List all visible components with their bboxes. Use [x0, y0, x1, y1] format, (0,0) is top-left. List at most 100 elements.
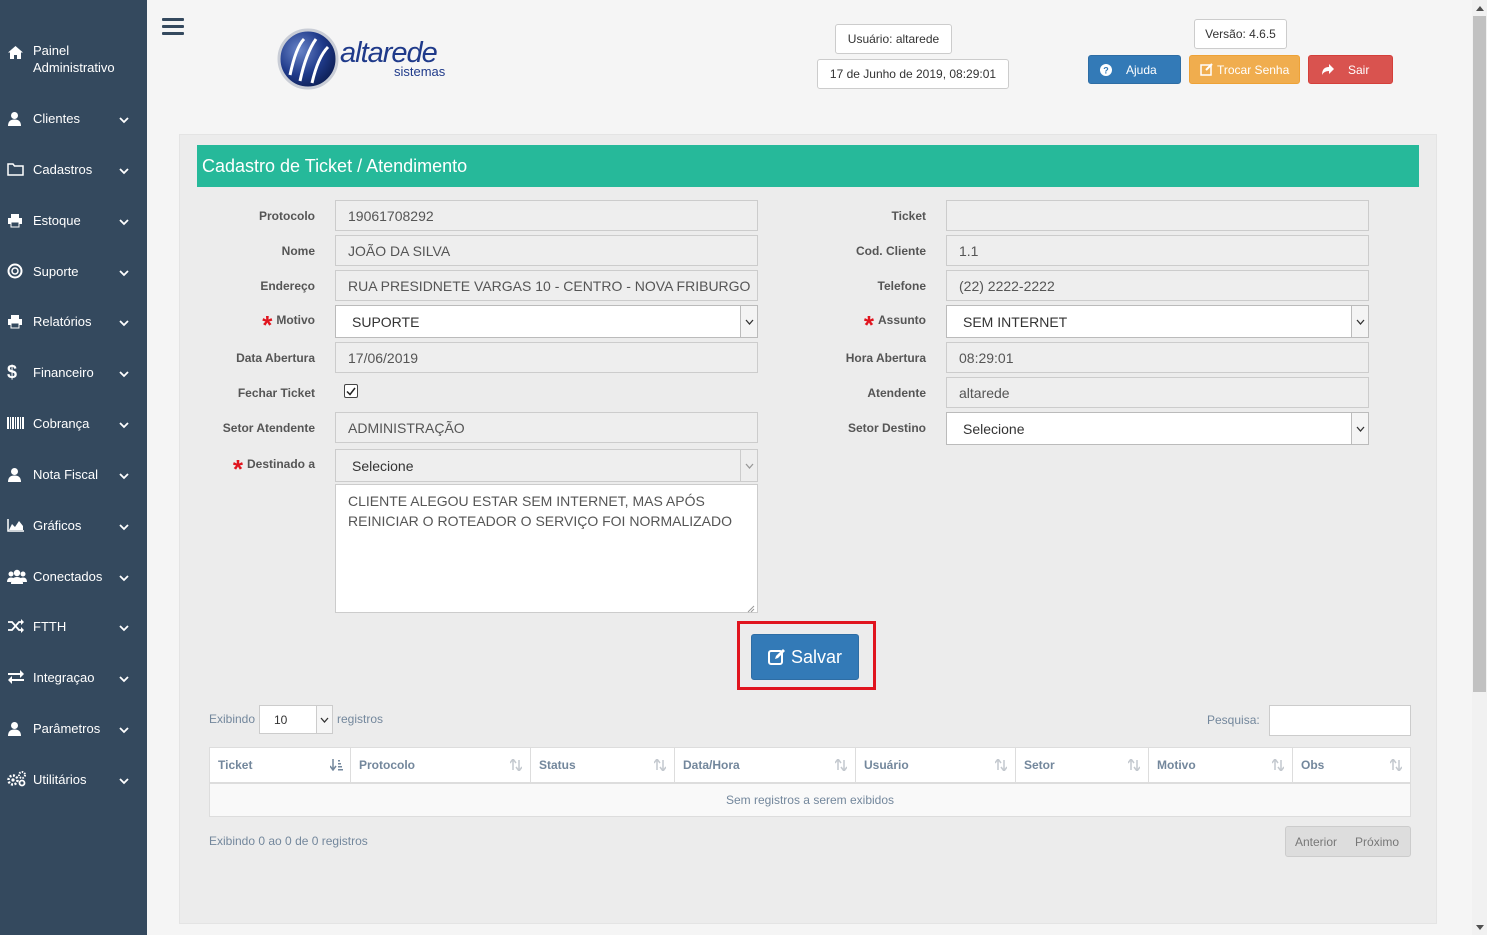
protocolo-field[interactable]: 19061708292: [335, 200, 758, 231]
sidebar-item-label: FTTH: [33, 618, 67, 634]
endereco-field[interactable]: RUA PRESIDNETE VARGAS 10 - CENTRO - NOVA…: [335, 270, 758, 301]
sidebar-item-label: Conectados: [33, 568, 103, 584]
chevron-down-icon: [316, 706, 332, 733]
chevron-down-icon: [1351, 306, 1368, 337]
sidebar-item-nota-fiscal[interactable]: Nota Fiscal: [0, 457, 147, 491]
company-logo: altarede sistemas: [276, 27, 466, 91]
assunto-select[interactable]: SEM INTERNET: [946, 305, 1369, 338]
column-header-data-hora[interactable]: Data/Hora: [674, 747, 856, 784]
nome-label: Nome: [281, 244, 315, 258]
sidebar-item-estoque[interactable]: Estoque: [0, 203, 147, 237]
panel-title: Cadastro de Ticket / Atendimento: [197, 145, 1419, 187]
setor-atendente-label: Setor Atendente: [222, 421, 315, 435]
menu-toggle-icon[interactable]: [162, 18, 184, 36]
column-header-usuario[interactable]: Usuário: [855, 747, 1016, 784]
table-info: Exibindo 0 ao 0 de 0 registros: [209, 834, 368, 848]
save-button[interactable]: Salvar: [751, 634, 859, 680]
user-icon: [7, 110, 27, 126]
question-circle-icon: ?: [1100, 63, 1112, 76]
user-box: Usuário: altarede: [835, 24, 952, 54]
dollar-icon: $: [7, 361, 18, 382]
hora-abertura-label: Hora Abertura: [845, 351, 926, 365]
atendente-field[interactable]: altarede: [946, 377, 1369, 408]
next-page-button[interactable]: Próximo: [1346, 835, 1408, 849]
sidebar-item-painel[interactable]: Painel Administrativo: [0, 42, 147, 82]
motivo-label: * Motivo: [262, 310, 315, 340]
datetime-box: 17 de Junho de 2019, 08:29:01: [817, 59, 1009, 89]
cogs-icon: [7, 771, 27, 787]
cod-cliente-field[interactable]: 1.1: [946, 235, 1369, 266]
sort-asc-icon: [329, 759, 343, 772]
sidebar-item-cobranca[interactable]: Cobrança: [0, 406, 147, 440]
column-header-motivo[interactable]: Motivo: [1148, 747, 1293, 784]
ticket-field[interactable]: [946, 200, 1369, 231]
data-abertura-field[interactable]: 17/06/2019: [335, 342, 758, 373]
change-password-button[interactable]: Trocar Senha: [1189, 55, 1300, 84]
help-button[interactable]: ? Ajuda: [1088, 55, 1181, 84]
search-input[interactable]: [1269, 705, 1411, 736]
column-header-obs[interactable]: Obs: [1292, 747, 1411, 784]
destinado-value: Selecione: [352, 457, 414, 474]
sort-icon: [509, 757, 523, 773]
column-header-ticket[interactable]: Ticket: [209, 747, 351, 784]
hora-abertura-field[interactable]: 08:29:01: [946, 342, 1369, 373]
telefone-field[interactable]: (22) 2222-2222: [946, 270, 1369, 301]
scroll-up-icon[interactable]: [1472, 0, 1487, 16]
chevron-down-icon: [119, 672, 129, 683]
previous-page-button[interactable]: Anterior: [1286, 835, 1346, 849]
sidebar-item-utilitarios[interactable]: Utilitários: [0, 762, 147, 796]
logout-button[interactable]: Sair: [1308, 55, 1393, 84]
users-icon: [7, 568, 27, 584]
sidebar-item-suporte[interactable]: Suporte: [0, 254, 147, 288]
setor-atendente-field[interactable]: ADMINISTRAÇÃO: [335, 412, 758, 443]
barcode-icon: [7, 415, 27, 431]
logout-label: Sair: [1348, 62, 1370, 77]
sort-icon: [1389, 757, 1403, 773]
motivo-select[interactable]: SUPORTE: [335, 305, 758, 338]
sidebar-item-ftth[interactable]: FTTH: [0, 609, 147, 643]
sidebar-item-cadastros[interactable]: Cadastros: [0, 152, 147, 186]
search-label: Pesquisa:: [1207, 713, 1260, 727]
version-box: Versão: 4.6.5: [1194, 19, 1287, 49]
page-length-value: 10: [274, 712, 288, 727]
resize-handle-icon[interactable]: [746, 601, 755, 613]
sidebar-item-relatorios[interactable]: Relatórios: [0, 304, 147, 338]
chevron-down-icon: [119, 723, 129, 734]
protocolo-label: Protocolo: [259, 209, 315, 223]
column-header-status[interactable]: Status: [530, 747, 675, 784]
empty-table-message: Sem registros a serem exibidos: [209, 782, 1411, 817]
sidebar-item-label: Relatórios: [33, 313, 92, 329]
sidebar-item-clientes[interactable]: Clientes: [0, 101, 147, 135]
edit-icon: [1200, 63, 1213, 76]
sidebar-item-graficos[interactable]: Gráficos: [0, 508, 147, 542]
cod-cliente-label: Cod. Cliente: [855, 244, 926, 258]
pagination: Anterior Próximo: [1285, 826, 1411, 857]
sidebar-item-parametros[interactable]: Parâmetros: [0, 711, 147, 745]
page-length-select[interactable]: 10: [259, 705, 333, 734]
sidebar-item-conectados[interactable]: Conectados: [0, 559, 147, 593]
destinado-select[interactable]: Selecione: [335, 449, 758, 482]
telefone-label: Telefone: [877, 279, 926, 293]
sidebar-item-financeiro[interactable]: $ Financeiro: [0, 355, 147, 389]
column-header-protocolo[interactable]: Protocolo: [350, 747, 531, 784]
scrollbar-thumb[interactable]: [1473, 16, 1486, 692]
required-asterisk-icon: *: [262, 310, 273, 340]
chevron-down-icon: [119, 316, 129, 327]
chevron-down-icon: [119, 469, 129, 480]
sidebar-item-label: Suporte: [33, 263, 79, 279]
sort-icon: [1271, 757, 1285, 773]
fechar-ticket-checkbox[interactable]: [344, 384, 358, 398]
scroll-down-icon[interactable]: [1472, 919, 1487, 935]
nome-field[interactable]: JOÃO DA SILVA: [335, 235, 758, 266]
endereco-label: Endereço: [260, 279, 315, 293]
setor-destino-select[interactable]: Selecione: [946, 412, 1369, 445]
column-header-setor[interactable]: Setor: [1015, 747, 1149, 784]
lifebuoy-icon: [7, 263, 27, 279]
chevron-down-icon: [119, 215, 129, 226]
sort-icon: [1127, 757, 1141, 773]
sidebar-item-integracao[interactable]: Integraçao: [0, 660, 147, 694]
observacao-textarea[interactable]: CLIENTE ALEGOU ESTAR SEM INTERNET, MAS A…: [335, 484, 758, 613]
required-asterisk-icon: *: [232, 454, 243, 484]
destinado-label: * Destinado a: [232, 454, 315, 484]
fechar-ticket-label: Fechar Ticket: [237, 386, 315, 400]
